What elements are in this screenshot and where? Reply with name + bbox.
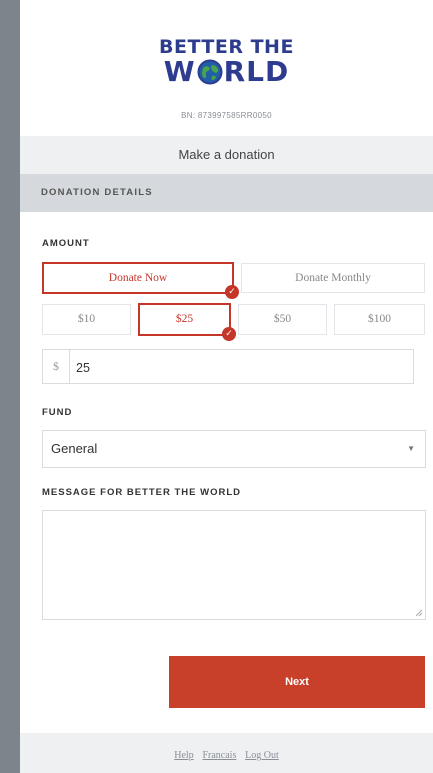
footer-links: Help Francais Log Out — [20, 750, 433, 761]
header: BETTER THE W RLD BN: 873997585RR0050 — [20, 0, 433, 135]
fund-selected-value: General — [51, 441, 98, 456]
amount-label: AMOUNT — [42, 238, 90, 249]
amount-preset-50[interactable]: $50 — [238, 304, 327, 335]
message-label: MESSAGE FOR BETTER THE WORLD — [42, 487, 241, 498]
preset-label: $25 — [175, 313, 194, 325]
brand-logo: BETTER THE W RLD — [20, 36, 433, 87]
donation-card: BETTER THE W RLD BN: 873997585RR0050 Mak… — [20, 0, 433, 773]
fund-label: FUND — [42, 407, 73, 418]
footer: Help Francais Log Out — [20, 733, 433, 773]
donate-now-button[interactable]: Donate Now ✓ — [42, 262, 239, 299]
chevron-down-icon: ▼ — [407, 444, 415, 453]
section-header: DONATION DETAILS — [20, 174, 433, 212]
business-number: BN: 873997585RR0050 — [181, 111, 272, 120]
logo-line-2: W RLD — [20, 57, 433, 87]
donate-monthly-button[interactable]: Donate Monthly — [241, 263, 425, 293]
amount-field: $ — [42, 349, 418, 385]
check-icon: ✓ — [225, 285, 239, 299]
message-textarea[interactable] — [42, 510, 426, 620]
resize-grip-icon[interactable] — [415, 609, 423, 617]
donate-now-label: Donate Now — [108, 272, 168, 284]
help-link[interactable]: Help — [174, 750, 193, 761]
preset-label: $10 — [77, 313, 96, 325]
donate-monthly-label: Donate Monthly — [295, 272, 371, 284]
amount-preset-10[interactable]: $10 — [42, 304, 131, 335]
page-title: Make a donation — [20, 136, 433, 174]
amount-preset-25[interactable]: $25 ✓ — [138, 303, 236, 341]
preset-label: $50 — [273, 313, 292, 325]
preset-label: $100 — [368, 313, 391, 325]
fund-select[interactable]: General ▼ — [42, 430, 426, 468]
francais-link[interactable]: Francais — [202, 750, 236, 761]
globe-icon — [197, 59, 223, 85]
logo-letter-w: W — [163, 55, 196, 88]
check-icon: ✓ — [222, 327, 236, 341]
amount-input[interactable] — [70, 350, 418, 385]
currency-symbol: $ — [43, 350, 70, 383]
next-button[interactable]: Next — [169, 656, 425, 708]
amount-preset-100[interactable]: $100 — [334, 304, 425, 335]
logo-letters-rld: RLD — [223, 55, 290, 88]
logout-link[interactable]: Log Out — [245, 750, 279, 761]
